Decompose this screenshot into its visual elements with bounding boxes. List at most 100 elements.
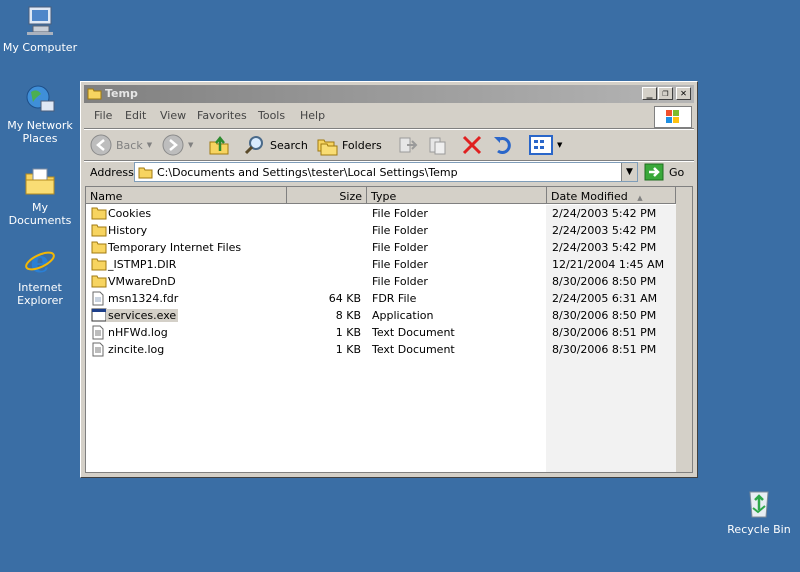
undo-button[interactable] (492, 133, 514, 157)
file-name-text: zincite.log (108, 343, 165, 356)
desktop-icon-label: My Network Places (7, 119, 73, 145)
text-document-icon (91, 342, 105, 360)
up-folder-button[interactable] (208, 133, 230, 157)
folder-icon (91, 223, 107, 240)
desktop-icon-recycle-bin[interactable]: Recycle Bin (719, 486, 799, 536)
folder-icon (87, 87, 102, 103)
file-date: 2/24/2005 6:31 AM (552, 292, 658, 305)
search-icon (244, 136, 263, 155)
svg-text:e: e (30, 245, 49, 278)
file-type: Text Document (372, 326, 455, 339)
close-button[interactable]: ✕ (676, 87, 691, 100)
restore-button[interactable]: ❐ (658, 87, 673, 100)
forward-arrow-icon (162, 134, 184, 156)
column-header-date-label: Date Modified (551, 190, 628, 203)
file-name: Cookies (108, 207, 151, 220)
folder-icon (138, 165, 153, 182)
file-row[interactable]: services.exe 8 KB Application 8/30/2006 8:5… (86, 307, 676, 324)
file-date: 2/24/2003 5:42 PM (552, 224, 657, 237)
column-header-type[interactable]: Type (367, 187, 547, 204)
file-date: 8/30/2006 8:50 PM (552, 275, 657, 288)
file-type: File Folder (372, 241, 428, 254)
file-date: 8/30/2006 8:51 PM (552, 343, 657, 356)
views-icon (529, 135, 553, 155)
desktop-icon-my-network-places[interactable]: My Network Places (0, 82, 80, 145)
desktop-icon-my-documents[interactable]: My Documents (0, 164, 80, 227)
folders-button[interactable]: Folders (316, 133, 382, 157)
file-type: File Folder (372, 224, 428, 237)
file-name: nHFWd.log (108, 326, 168, 339)
address-dropdown-button[interactable]: ▼ (621, 163, 637, 181)
network-globe-icon (23, 82, 57, 116)
desktop-icon-my-computer[interactable]: My Computer (0, 4, 80, 54)
computer-icon (23, 4, 57, 38)
minimize-button[interactable]: _ (642, 87, 657, 100)
file-name-text: nHFWd.log (108, 326, 168, 339)
windows-logo-icon (654, 106, 692, 128)
search-label: Search (270, 138, 308, 152)
desktop-icon-label: My Computer (2, 41, 78, 54)
copy-to-icon (429, 137, 446, 155)
toolbar: Back ▼ ▼ Search Folders ▼ (84, 130, 694, 160)
file-date: 8/30/2006 8:50 PM (552, 309, 657, 322)
address-path: C:\Documents and Settings\tester\Local S… (157, 166, 458, 179)
address-input[interactable]: C:\Documents and Settings\tester\Local S… (134, 162, 638, 182)
column-header-date[interactable]: Date Modified ▲ (547, 187, 676, 204)
menu-edit[interactable]: Edit (125, 109, 146, 122)
search-button[interactable]: Search (244, 133, 308, 157)
chevron-down-icon[interactable]: ▼ (147, 141, 152, 149)
desktop-icon-internet-explorer[interactable]: e Internet Explorer (0, 244, 80, 307)
file-row[interactable]: VMwareDnD File Folder 8/30/2006 8:50 PM (86, 273, 676, 290)
file-row[interactable]: History File Folder 2/24/2003 5:42 PM (86, 222, 676, 239)
file-size: 8 KB (335, 309, 361, 322)
list-right-strip (676, 187, 692, 472)
move-to-button[interactable] (397, 133, 419, 157)
forward-button[interactable]: ▼ (162, 133, 193, 157)
documents-folder-icon (23, 164, 57, 198)
file-type: File Folder (372, 258, 428, 271)
file-name: Temporary Internet Files (108, 241, 241, 254)
internet-explorer-icon: e (23, 244, 57, 280)
file-name: _ISTMP1.DIR (108, 258, 176, 271)
file-type: File Folder (372, 207, 428, 220)
explorer-window: Temp _ ❐ ✕ File Edit View Favorites Tool… (80, 81, 698, 478)
chevron-down-icon[interactable]: ▼ (557, 141, 562, 149)
folders-icon (317, 139, 338, 156)
file-date: 2/24/2003 5:42 PM (552, 241, 657, 254)
file-size: 1 KB (335, 326, 361, 339)
menu-tools[interactable]: Tools (258, 109, 285, 122)
menu-file[interactable]: File (94, 109, 112, 122)
views-button[interactable]: ▼ (529, 133, 562, 157)
file-name: services.exe (106, 309, 179, 322)
chevron-down-icon[interactable]: ▼ (188, 141, 193, 149)
column-header-size[interactable]: Size (287, 187, 367, 204)
menu-favorites[interactable]: Favorites (197, 109, 247, 122)
address-bar: Address C:\Documents and Settings\tester… (84, 162, 694, 184)
file-name: msn1324.fdr (108, 292, 178, 305)
delete-button[interactable] (461, 133, 483, 157)
file-row[interactable]: zincite.log 1 KB Text Document 8/30/2006 8:… (86, 341, 676, 358)
file-row[interactable]: nHFWd.log 1 KB Text Document 8/30/2006 8:51… (86, 324, 676, 341)
file-type: Text Document (372, 343, 455, 356)
title-bar[interactable]: Temp _ ❐ ✕ (84, 85, 694, 103)
copy-to-button[interactable] (427, 133, 449, 157)
file-list[interactable]: Name Size Type Date Modified ▲ Cookies Fi… (85, 186, 693, 473)
back-button[interactable]: Back ▼ (90, 133, 152, 157)
undo-icon (494, 137, 511, 154)
file-date: 8/30/2006 8:51 PM (552, 326, 657, 339)
folder-icon (91, 240, 107, 257)
application-icon (91, 308, 107, 325)
file-type: File Folder (372, 275, 428, 288)
folders-label: Folders (342, 138, 382, 152)
column-header-name[interactable]: Name (86, 187, 287, 204)
go-button[interactable]: Go (644, 163, 684, 181)
menu-help[interactable]: Help (300, 109, 325, 122)
menu-view[interactable]: View (160, 109, 186, 122)
file-name-text: Temporary Internet Files (108, 241, 242, 254)
file-row[interactable]: Cookies File Folder 2/24/2003 5:42 PM (86, 205, 676, 222)
file-row[interactable]: Temporary Internet Files File Folder 2/24/… (86, 239, 676, 256)
file-name: History (108, 224, 147, 237)
file-name-text: _ISTMP1.DIR (108, 258, 177, 271)
file-row[interactable]: msn1324.fdr 64 KB FDR File 2/24/2005 6:31 A… (86, 290, 676, 307)
file-row[interactable]: _ISTMP1.DIR File Folder 12/21/2004 1:45 AM (86, 256, 676, 273)
